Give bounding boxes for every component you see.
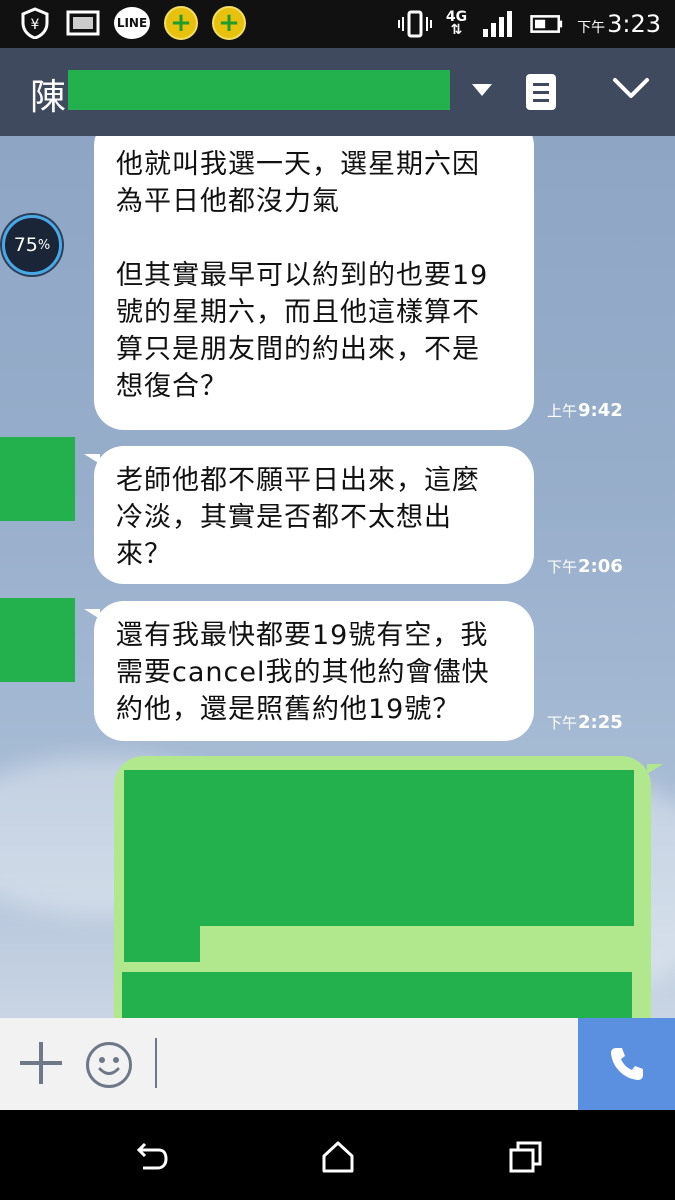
clock: 下午3:23 <box>577 10 661 38</box>
message-input[interactable] <box>155 1038 157 1088</box>
collapse-icon[interactable] <box>612 76 650 106</box>
chat-area[interactable]: 他就叫我選一天，選星期六因 為平日他都沒力氣 但其實最早可以約到的也要19 號的… <box>0 136 675 1018</box>
image-icon <box>66 6 100 40</box>
call-button[interactable] <box>578 1018 675 1110</box>
message-text: 但其實最早可以約到的也要19 號的星期六，而且他這樣算不 算只是朋友間的約出來，… <box>116 260 489 402</box>
avatar <box>0 437 75 521</box>
redaction-block <box>122 972 632 1018</box>
system-nav-bar <box>0 1110 675 1200</box>
chat-header: 陳 <box>0 48 675 136</box>
message-time: 上午9:42 <box>547 400 623 421</box>
network-indicator: 4G ⇅ <box>445 9 468 38</box>
back-icon[interactable] <box>133 1140 168 1174</box>
svg-text:¥: ¥ <box>31 17 40 33</box>
status-bar: ¥ LINE + + 4G ⇅ 下午3:23 <box>0 0 675 48</box>
chevron-down-icon[interactable] <box>472 84 492 96</box>
message-text: 還有我最快都要19號有空，我 需要cancel我的其他約會儘快 約他，還是照舊約… <box>116 620 490 725</box>
add-attachment-icon[interactable] <box>20 1042 62 1084</box>
line-app-icon: LINE <box>114 7 150 39</box>
message-bubble[interactable]: 還有我最快都要19號有空，我 需要cancel我的其他約會儘快 約他，還是照舊約… <box>84 601 534 741</box>
battery-widget[interactable]: 75% <box>2 215 62 275</box>
recent-apps-icon[interactable] <box>508 1140 542 1174</box>
message-text: 老師他都不願平日出來，這麼 冷淡，其實是否都不太想出 來？ <box>116 465 480 570</box>
plus-badge-icon: + <box>164 6 198 40</box>
notes-icon[interactable] <box>526 74 556 110</box>
home-icon[interactable] <box>320 1140 354 1174</box>
vibrate-icon <box>397 7 432 41</box>
contact-name[interactable]: 陳 <box>30 68 66 120</box>
message-time: 下午2:06 <box>547 556 623 577</box>
message-bubble[interactable]: 他就叫我選一天，選星期六因 為平日他都沒力氣 但其實最早可以約到的也要19 號的… <box>94 136 534 430</box>
input-bar <box>0 1018 675 1110</box>
signal-icon <box>481 7 515 41</box>
plus-badge-icon: + <box>212 6 246 40</box>
message-text: 他就叫我選一天，選星期六因 為平日他都沒力氣 <box>116 149 480 217</box>
redaction-block <box>124 770 634 926</box>
phone-icon <box>610 1048 643 1080</box>
outgoing-message-bubble[interactable] <box>114 756 663 1018</box>
redaction-block <box>124 924 200 962</box>
redaction-block <box>68 70 450 110</box>
message-bubble[interactable]: 老師他都不願平日出來，這麼 冷淡，其實是否都不太想出 來？ <box>84 446 534 584</box>
avatar <box>0 598 75 682</box>
emoji-icon[interactable] <box>86 1042 132 1088</box>
battery-icon <box>529 7 563 41</box>
shield-yen-icon: ¥ <box>18 6 52 40</box>
message-time: 下午2:25 <box>547 712 623 733</box>
